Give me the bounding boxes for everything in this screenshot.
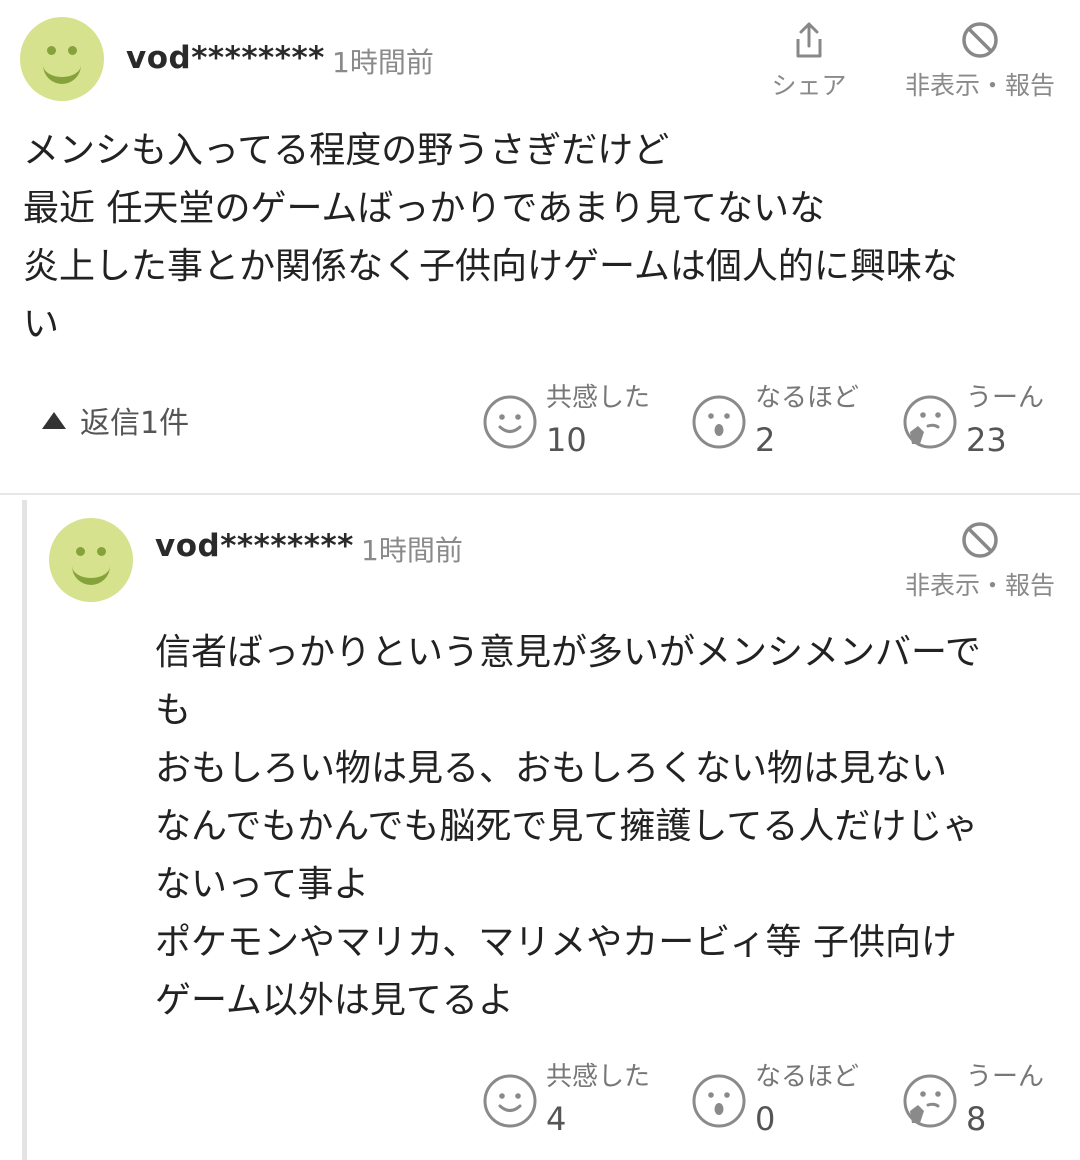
share-label: シェア [771,71,847,100]
reaction-hmm[interactable]: うーん 23 [902,383,1044,461]
reply-thread-line [22,500,27,1160]
reaction-label: 共感した [546,383,651,413]
surprised-face-icon [692,395,746,449]
replies-label: 返信1件 [80,406,190,441]
share-button[interactable]: シェア [766,20,852,102]
username[interactable]: vod******** [155,528,354,564]
reply-time: 1時間前 [361,534,463,567]
reaction-label: 共感した [546,1062,651,1092]
block-icon [962,522,998,558]
triangle-up-icon [42,411,66,429]
share-icon [796,22,822,58]
reaction-count: 8 [966,1100,987,1138]
report-button[interactable]: 非表示・報告 [900,20,1060,102]
thinking-face-icon [903,1074,957,1128]
user-avatar-icon[interactable] [49,518,133,602]
report-label: 非表示・報告 [904,71,1055,100]
report-label: 非表示・報告 [904,571,1055,600]
reaction-label: なるほど [755,383,860,413]
reply-body: 信者ばっかりという意見が多いがメンシメンバーで も おもしろい物は見る、おもしろ… [155,632,981,1021]
reaction-count: 0 [755,1100,776,1138]
reaction-count: 4 [546,1100,567,1138]
reaction-empathy[interactable]: 共感した 10 [482,383,650,461]
username[interactable]: vod******** [126,40,325,76]
report-button[interactable]: 非表示・報告 [900,520,1060,602]
reaction-label: うーん [966,383,1045,413]
reaction-empathy[interactable]: 共感した 4 [482,1062,650,1140]
reaction-insight[interactable]: なるほど 2 [691,383,859,461]
reaction-count: 10 [546,421,587,459]
smile-face-icon [483,395,537,449]
reaction-insight[interactable]: なるほど 0 [691,1062,859,1140]
comment-time: 1時間前 [332,46,434,79]
divider [0,493,1080,495]
reaction-count: 23 [966,421,1007,459]
user-avatar-icon[interactable] [20,17,104,101]
thinking-face-icon [903,395,957,449]
comment-body: メンシも入ってる程度の野うさぎだけど 最近 任天堂のゲームばっかりであまり見てな… [23,130,958,345]
reaction-label: うーん [966,1062,1045,1092]
replies-toggle[interactable]: 返信1件 [42,398,189,442]
reaction-label: なるほど [755,1062,860,1092]
reaction-count: 2 [755,421,776,459]
block-icon [962,22,998,58]
surprised-face-icon [692,1074,746,1128]
reaction-hmm[interactable]: うーん 8 [902,1062,1044,1140]
smile-face-icon [483,1074,537,1128]
